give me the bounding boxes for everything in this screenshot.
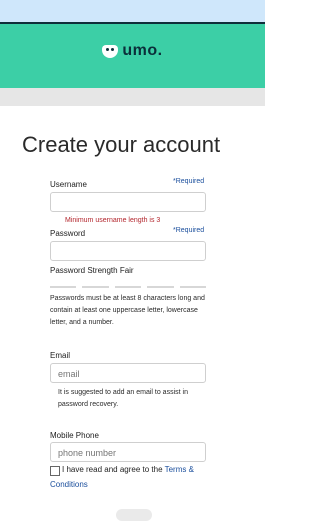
- logo: umo.: [0, 42, 265, 63]
- agree-text: I have read and agree to the: [62, 465, 163, 474]
- password-field[interactable]: [50, 241, 206, 261]
- mobile-field[interactable]: [50, 442, 206, 462]
- username-label: Username: [50, 180, 87, 189]
- strength-bar: [82, 286, 109, 288]
- password-rule-line: letter, and a number.: [50, 319, 114, 326]
- umo-face-icon: [102, 44, 119, 58]
- terms-checkbox[interactable]: [50, 466, 60, 476]
- strength-bar: [179, 286, 207, 288]
- strength-bar: [114, 286, 142, 288]
- username-field[interactable]: [50, 192, 206, 212]
- top-strip: [0, 0, 265, 22]
- logo-text: umo.: [122, 42, 163, 59]
- conditions-link[interactable]: Conditions: [50, 480, 88, 489]
- password-input[interactable]: [58, 243, 198, 261]
- page-title: Create your account: [22, 132, 221, 157]
- mobile-input[interactable]: [58, 444, 198, 462]
- username-input[interactable]: [58, 194, 198, 212]
- continue-button-partial[interactable]: [116, 509, 152, 521]
- email-hint-line: It is suggested to add an email to assis…: [58, 389, 188, 396]
- header-divider-band: [0, 88, 265, 106]
- username-required: *Required: [173, 178, 205, 185]
- password-strength-text: Password Strength Fair: [50, 266, 134, 275]
- terms-agreement-text: I have read and agree to the Terms &: [62, 464, 222, 476]
- terms-link[interactable]: Terms &: [165, 465, 194, 474]
- email-hint-line: password recovery.: [58, 401, 119, 408]
- mobile-label: Mobile Phone: [50, 431, 99, 440]
- email-input[interactable]: [58, 365, 198, 383]
- password-rules: Passwords must be at least 8 characters …: [50, 293, 220, 329]
- password-strength-meter: [50, 286, 207, 288]
- header-bar: umo.: [0, 22, 265, 88]
- email-label: Email: [50, 351, 71, 360]
- username-error: Minimum username length is 3: [65, 217, 161, 224]
- password-required: *Required: [173, 227, 205, 234]
- email-field[interactable]: [50, 363, 206, 383]
- email-hint: It is suggested to add an email to assis…: [58, 387, 218, 411]
- password-rule-line: Passwords must be at least 8 characters …: [50, 295, 205, 302]
- strength-bar: [50, 286, 77, 288]
- strength-bar: [147, 286, 174, 288]
- password-label: Password: [50, 229, 86, 238]
- password-rule-line: contain at least one uppercase letter, l…: [50, 307, 198, 314]
